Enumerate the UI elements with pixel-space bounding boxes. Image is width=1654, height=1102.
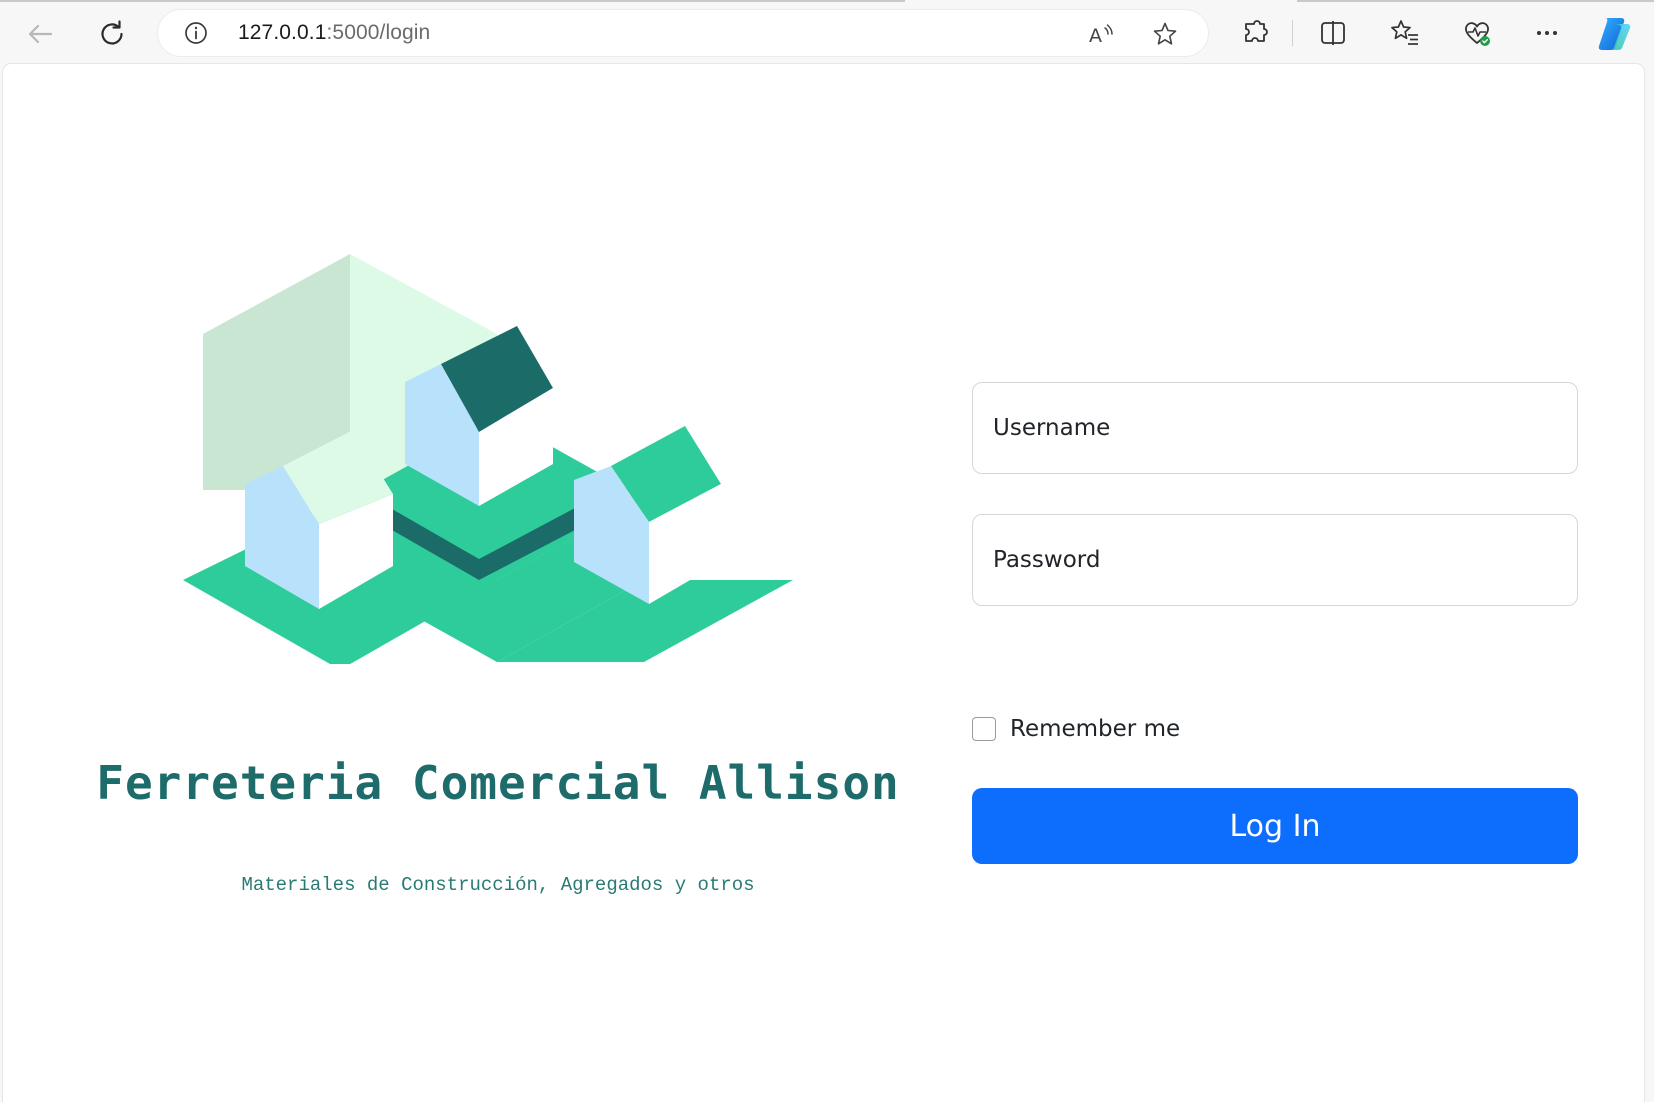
hardware-store-logo [183,254,793,664]
toolbar-divider [1292,20,1293,46]
split-screen-icon[interactable] [1318,18,1348,48]
url-host: 127.0.0.1 [238,21,327,44]
browser-essentials-icon[interactable] [1462,18,1492,48]
star-icon[interactable] [1152,21,1178,47]
url-path: :5000/login [326,21,431,44]
url-text[interactable]: 127.0.0.1:5000/login [238,21,430,45]
refresh-button[interactable] [92,14,132,54]
login-button[interactable]: Log In [972,788,1578,864]
favorites-icon[interactable] [1390,18,1420,48]
more-icon[interactable] [1532,18,1562,48]
svg-text:A: A [1089,25,1102,47]
refresh-icon [101,20,123,45]
tab-strip-edge [0,0,905,2]
puzzle-icon[interactable] [1240,18,1270,48]
password-input[interactable] [972,514,1578,606]
browser-toolbar: 127.0.0.1:5000/login A [0,0,1654,64]
brand-title: Ferreteria Comercial Allison [96,756,900,810]
username-input[interactable] [972,382,1578,474]
back-arrow-icon [28,24,53,44]
copilot-icon[interactable] [1594,14,1634,54]
page-viewport: Ferreteria Comercial Allison Materiales … [3,64,1644,1102]
remember-me-row[interactable]: Remember me [972,714,1180,744]
remember-me-label[interactable]: Remember me [1010,716,1180,742]
tab-strip-edge [1297,0,1654,2]
info-icon[interactable] [184,21,208,45]
address-bar[interactable]: 127.0.0.1:5000/login A [158,10,1208,56]
remember-me-checkbox[interactable] [972,717,996,741]
read-aloud-icon[interactable]: A [1088,21,1114,47]
brand-tagline: Materiales de Construcción, Agregados y … [241,874,755,896]
back-button[interactable] [20,14,60,54]
